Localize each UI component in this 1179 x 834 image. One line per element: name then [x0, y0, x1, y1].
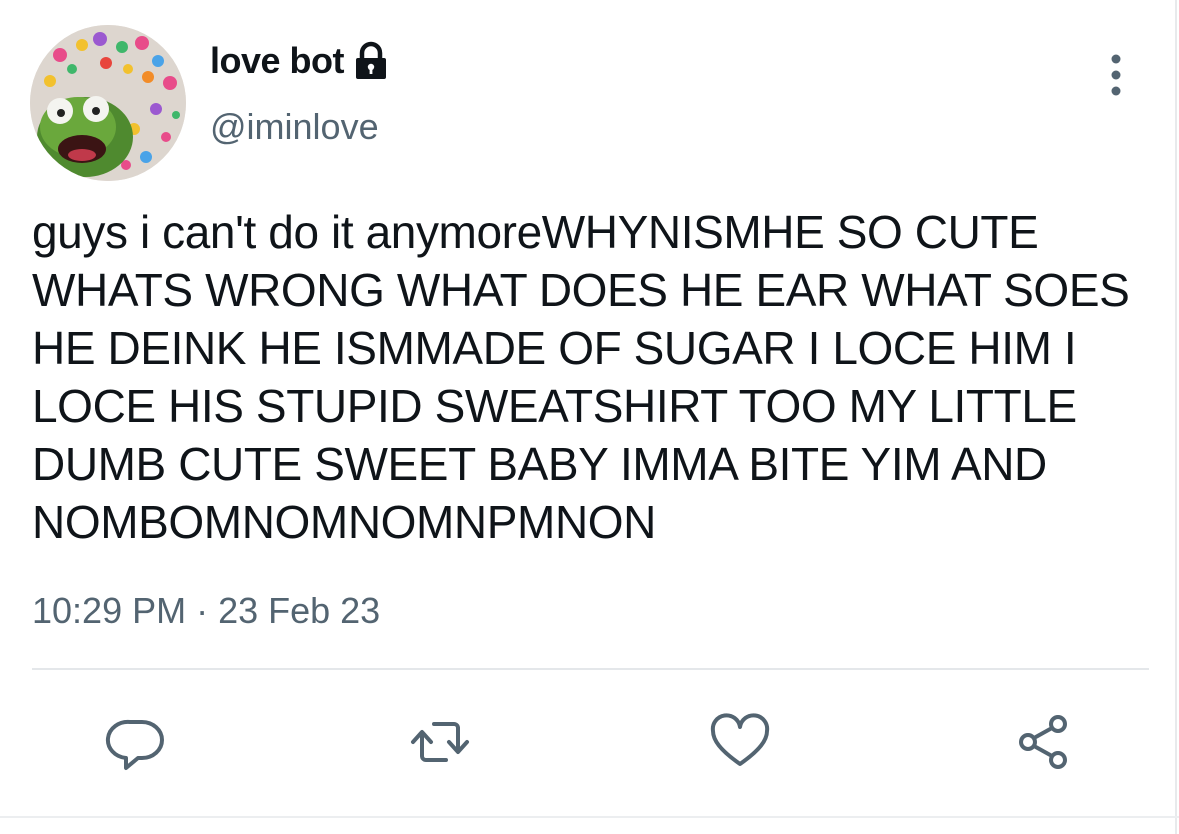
reply-icon: [105, 719, 164, 770]
retweet-icon: [411, 722, 469, 762]
more-options-icon[interactable]: [1096, 52, 1136, 98]
author-display-name[interactable]: love bot: [210, 40, 390, 82]
author-handle[interactable]: @iminlove: [210, 106, 379, 148]
avatar-image: [30, 25, 186, 181]
retweet-button[interactable]: [408, 710, 472, 774]
tweet-timestamp[interactable]: 10:29 PM · 23 Feb 23: [32, 590, 380, 632]
like-button[interactable]: [708, 710, 772, 774]
avatar[interactable]: [30, 25, 186, 181]
bottom-border: [0, 816, 1179, 818]
share-icon: [1019, 715, 1067, 769]
divider: [32, 668, 1149, 670]
tweet-card: love bot @iminlove guys i can't do it an…: [0, 0, 1177, 834]
lock-icon: [352, 41, 390, 81]
action-bar: [0, 710, 1177, 774]
display-name-text: love bot: [210, 40, 345, 81]
tweet-text: guys i can't do it anymoreWHYNISMHE SO C…: [32, 206, 1142, 548]
heart-icon: [710, 713, 770, 766]
reply-button[interactable]: [104, 710, 168, 774]
share-button[interactable]: [1012, 710, 1076, 774]
